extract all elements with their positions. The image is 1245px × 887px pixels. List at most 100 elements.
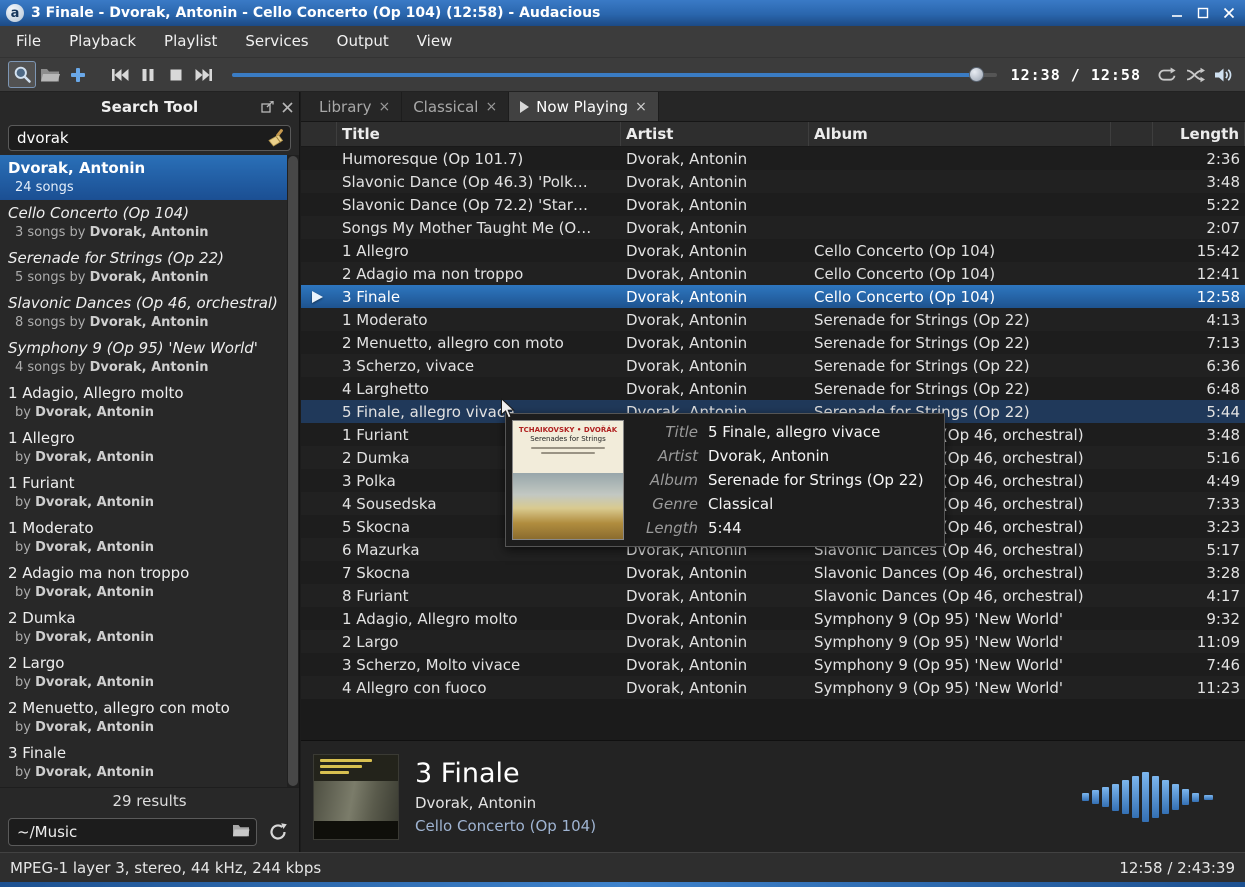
search-tool-button[interactable] (8, 61, 36, 88)
table-row[interactable]: Songs My Mother Taught Me (O… Dvorak, An… (301, 216, 1245, 239)
search-result-item[interactable]: 1 Adagio, Allegro molto by Dvorak, Anton… (0, 380, 299, 425)
seek-handle[interactable] (969, 67, 984, 82)
table-row[interactable]: 1 Adagio, Allegro molto Dvorak, Antonin … (301, 607, 1245, 630)
tooltip-field-value: Classical (708, 495, 773, 513)
open-files-button[interactable] (36, 61, 64, 88)
sidebar-scrollbar-thumb[interactable] (288, 156, 298, 786)
playlist-tab[interactable]: Library × (308, 92, 402, 121)
track-tooltip: TCHAIKOVSKY • DVOŘÁK Serenades for Strin… (505, 413, 945, 547)
menu-item[interactable]: Playback (55, 26, 150, 57)
menu-item[interactable]: Output (323, 26, 403, 57)
table-row[interactable]: 1 Allegro Dvorak, Antonin Cello Concerto… (301, 239, 1245, 262)
playing-indicator-cell (301, 216, 337, 239)
clear-search-broom-icon[interactable] (266, 128, 286, 148)
result-title: 1 Furiant (8, 473, 291, 494)
titlebar[interactable]: a 3 Finale - Dvorak, Antonin - Cello Con… (0, 0, 1245, 26)
table-row[interactable]: Humoresque (Op 101.7) Dvorak, Antonin 2:… (301, 147, 1245, 170)
cell-artist: Dvorak, Antonin (621, 630, 809, 653)
tab-close-icon[interactable]: × (635, 100, 647, 114)
result-subtitle: by Dvorak, Antonin (8, 629, 291, 646)
maximize-button[interactable] (1195, 5, 1211, 21)
search-result-item[interactable]: Serenade for Strings (Op 22) 5 songs by … (0, 245, 299, 290)
table-row[interactable]: Slavonic Dance (Op 72.2) 'Star… Dvorak, … (301, 193, 1245, 216)
cell-title: Songs My Mother Taught Me (O… (337, 216, 621, 239)
sidebar-scrollbar[interactable] (287, 155, 299, 787)
playing-indicator-cell (301, 331, 337, 354)
cell-length: 5:16 (1153, 446, 1245, 469)
search-result-item[interactable]: 1 Furiant by Dvorak, Antonin (0, 470, 299, 515)
table-row[interactable]: 4 Allegro con fuoco Dvorak, Antonin Symp… (301, 676, 1245, 699)
search-result-item[interactable]: 2 Menuetto, allegro con moto by Dvorak, … (0, 695, 299, 740)
table-row[interactable]: 2 Menuetto, allegro con moto Dvorak, Ant… (301, 331, 1245, 354)
result-title: Symphony 9 (Op 95) 'New World' (8, 338, 291, 359)
minimize-button[interactable] (1169, 5, 1185, 21)
search-result-item[interactable]: 1 Allegro by Dvorak, Antonin (0, 425, 299, 470)
table-row[interactable]: 7 Skocna Dvorak, Antonin Slavonic Dances… (301, 561, 1245, 584)
table-row[interactable]: 2 Largo Dvorak, Antonin Symphony 9 (Op 9… (301, 630, 1245, 653)
table-row[interactable]: 3 Finale Dvorak, Antonin Cello Concerto … (301, 285, 1245, 308)
cell-artist: Dvorak, Antonin (621, 607, 809, 630)
menu-item[interactable]: File (2, 26, 55, 57)
search-result-item[interactable]: 3 Finale by Dvorak, Antonin (0, 740, 299, 785)
cell-album: Symphony 9 (Op 95) 'New World' (809, 653, 1111, 676)
refresh-library-icon[interactable] (265, 819, 291, 845)
menu-item[interactable]: Playlist (150, 26, 231, 57)
stop-button[interactable] (162, 61, 190, 88)
search-result-item[interactable]: 2 Largo by Dvorak, Antonin (0, 650, 299, 695)
table-row[interactable]: 8 Furiant Dvorak, Antonin Slavonic Dance… (301, 584, 1245, 607)
pause-button[interactable] (134, 61, 162, 88)
seek-slider[interactable] (232, 61, 997, 88)
volume-button[interactable] (1209, 61, 1237, 88)
results-count: 29 results (0, 787, 299, 814)
audacious-window: a 3 Finale - Dvorak, Antonin - Cello Con… (0, 0, 1245, 887)
cell-length: 12:58 (1153, 285, 1245, 308)
table-row[interactable]: 3 Scherzo, Molto vivace Dvorak, Antonin … (301, 653, 1245, 676)
search-result-item[interactable]: Symphony 9 (Op 95) 'New World' 4 songs b… (0, 335, 299, 380)
table-row[interactable]: Slavonic Dance (Op 46.3) 'Polk… Dvorak, … (301, 170, 1245, 193)
column-artist[interactable]: Artist (621, 122, 809, 146)
search-result-item[interactable]: Slavonic Dances (Op 46, orchestral) 8 so… (0, 290, 299, 335)
search-result-item[interactable]: 2 Dumka by Dvorak, Antonin (0, 605, 299, 650)
cell-length: 4:17 (1153, 584, 1245, 607)
search-result-item[interactable]: 1 Moderato by Dvorak, Antonin (0, 515, 299, 560)
table-row[interactable]: 4 Larghetto Dvorak, Antonin Serenade for… (301, 377, 1245, 400)
table-row[interactable]: 3 Scherzo, vivace Dvorak, Antonin Serena… (301, 354, 1245, 377)
playing-indicator-cell (301, 607, 337, 630)
result-title: Serenade for Strings (Op 22) (8, 248, 291, 269)
search-result-item[interactable]: 2 Adagio ma non troppo by Dvorak, Antoni… (0, 560, 299, 605)
search-input[interactable] (8, 125, 291, 151)
previous-button[interactable] (106, 61, 134, 88)
search-results-list: Dvorak, Antonin 24 songs Cello Concerto … (0, 155, 299, 787)
add-files-button[interactable] (64, 61, 92, 88)
result-title: 3 Finale (8, 743, 291, 764)
open-file-icon (40, 66, 60, 84)
playing-indicator-cell (301, 400, 337, 423)
column-blank[interactable] (1111, 122, 1153, 146)
column-album[interactable]: Album (809, 122, 1111, 146)
playlist-tab[interactable]: Classical × (402, 92, 509, 121)
column-title[interactable]: Title (337, 122, 621, 146)
search-result-item[interactable]: Cello Concerto (Op 104) 3 songs by Dvora… (0, 200, 299, 245)
library-path-input[interactable] (8, 818, 257, 846)
tab-close-icon[interactable]: × (485, 100, 497, 114)
column-length[interactable]: Length (1153, 122, 1245, 146)
detach-panel-icon[interactable] (261, 101, 274, 113)
next-button[interactable] (190, 61, 218, 88)
search-result-item[interactable]: Dvorak, Antonin 24 songs (0, 155, 299, 200)
playlist-tab[interactable]: Now Playing × (509, 92, 659, 121)
table-row[interactable]: 1 Moderato Dvorak, Antonin Serenade for … (301, 308, 1245, 331)
repeat-button[interactable] (1153, 61, 1181, 88)
choose-folder-icon[interactable] (232, 823, 252, 841)
menu-item[interactable]: View (403, 26, 467, 57)
cell-length: 2:36 (1153, 147, 1245, 170)
cell-length: 12:41 (1153, 262, 1245, 285)
result-subtitle: by Dvorak, Antonin (8, 494, 291, 511)
close-button[interactable] (1221, 5, 1237, 21)
tab-close-icon[interactable]: × (378, 100, 390, 114)
search-tool-title: Search Tool (101, 98, 198, 116)
playing-indicator-cell (301, 354, 337, 377)
shuffle-button[interactable] (1181, 61, 1209, 88)
menu-item[interactable]: Services (231, 26, 322, 57)
close-panel-icon[interactable] (282, 102, 293, 113)
table-row[interactable]: 2 Adagio ma non troppo Dvorak, Antonin C… (301, 262, 1245, 285)
